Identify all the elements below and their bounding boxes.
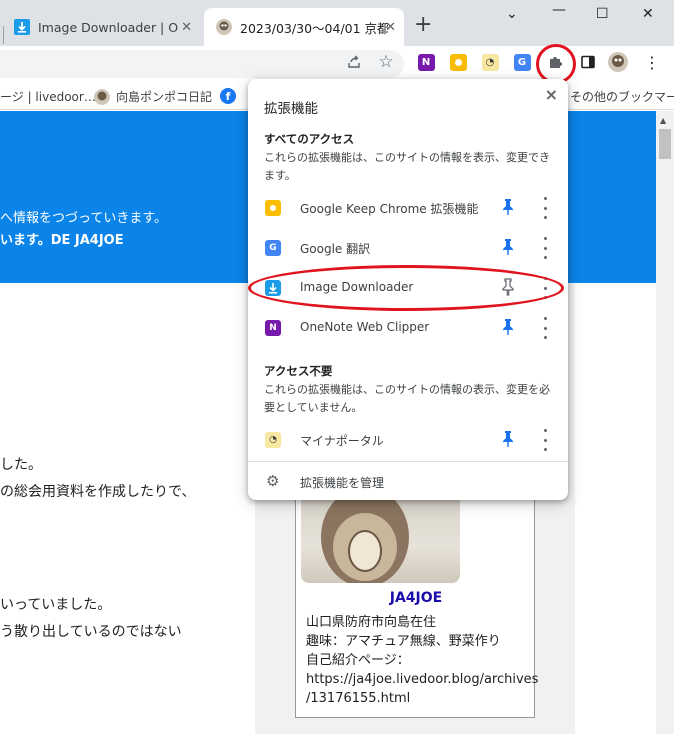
article-text: いっていました。 [0, 597, 112, 613]
article-text: した。 [0, 457, 42, 473]
profile-card: JA4JOE 山口県防府市向島在住 趣味：アマチュア無線、野菜作り 自己紹介ペー… [295, 490, 538, 718]
tab-strip: Image Downloader | Optio ✕ 2023/03/30～04… [0, 0, 674, 46]
tab-close-icon[interactable]: ✕ [181, 20, 192, 35]
bookmark-label: 向島ポンポコ日記 [116, 90, 213, 104]
tab-search-icon[interactable]: ⌄ [506, 6, 518, 22]
article-text: の総会用資料を作成したりで、 [0, 484, 196, 500]
gear-icon: ⚙ [266, 472, 280, 490]
popup-divider [248, 461, 568, 462]
scrollbar-thumb[interactable] [659, 129, 671, 159]
header-text: へ情報をつづっていきます。 [0, 211, 168, 226]
pin-icon-pinned[interactable] [501, 430, 515, 448]
profile-info-line: 自己紹介ページ： [306, 653, 410, 668]
avatar-icon [94, 88, 110, 105]
tab-close-icon[interactable]: ✕ [385, 20, 396, 35]
extension-row-keep[interactable]: Google Keep Chrome 拡張機能 [248, 188, 568, 228]
pin-icon-pinned[interactable] [501, 238, 515, 256]
profile-photo [301, 491, 460, 583]
onenote-icon[interactable]: N [414, 50, 438, 74]
keep-icon[interactable] [446, 50, 470, 74]
maximize-icon[interactable]: ☐ [596, 6, 609, 22]
menu-kebab-icon[interactable]: ⋮ [640, 50, 664, 74]
facebook-icon: f [220, 88, 236, 104]
pin-icon-pinned[interactable] [501, 198, 515, 216]
manage-extensions-label: 拡張機能を管理 [300, 476, 385, 490]
extension-row-translate[interactable]: G Google 翻訳 [248, 228, 568, 268]
profile-avatar[interactable] [606, 50, 630, 74]
profile-info-line[interactable]: https://ja4joe.livedoor.blog/archives [306, 670, 538, 689]
bookmark-item[interactable]: 向島ポンポコ日記 [94, 88, 212, 105]
myna-portal-icon[interactable]: ◔ [478, 50, 502, 74]
tab-blog-post[interactable]: 2023/03/30～04/01 京都 ✕ [204, 8, 404, 46]
section-heading-all-access: すべてのアクセス [264, 132, 355, 146]
profile-name[interactable]: JA4JOE [296, 590, 536, 606]
bookmark-item[interactable]: f [220, 88, 242, 104]
keep-icon [265, 200, 281, 216]
bookmark-star-icon[interactable]: ☆ [374, 50, 398, 74]
popup-title: 拡張機能 [264, 101, 318, 117]
section-description: これらの拡張機能は、このサイトの情報を表示、変更できます。 [264, 151, 550, 182]
extension-name: Google Keep Chrome 拡張機能 [300, 202, 479, 216]
side-panel-icon[interactable] [576, 50, 600, 74]
share-icon[interactable] [342, 50, 366, 74]
minimize-icon[interactable]: — [552, 2, 566, 18]
extension-name: Google 翻訳 [300, 242, 371, 256]
manage-extensions-button[interactable]: ⚙ 拡張機能を管理 [248, 463, 568, 499]
onenote-icon: N [265, 320, 281, 336]
tab-image-downloader[interactable]: Image Downloader | Optio ✕ [0, 8, 200, 46]
tab-separator [3, 26, 4, 44]
more-options-icon[interactable] [542, 317, 548, 339]
annotation-circle-puzzle [536, 44, 576, 84]
download-icon [14, 19, 30, 35]
profile-info-line[interactable]: /13176155.html [306, 689, 538, 708]
new-tab-button[interactable]: + [414, 14, 432, 36]
article-text: う散り出しているのではない [0, 624, 182, 640]
avatar-icon [216, 19, 232, 35]
more-options-icon[interactable] [542, 237, 548, 259]
tab-title: Image Downloader | Optio [38, 19, 178, 35]
translate-icon[interactable]: G [510, 50, 534, 74]
bookmark-item[interactable]: ージ | livedoor… [0, 88, 96, 105]
extension-name: マイナポータル [300, 434, 384, 448]
close-icon[interactable]: × [545, 85, 558, 104]
bookmark-label: ージ | livedoor… [0, 90, 96, 104]
close-window-icon[interactable]: ✕ [642, 6, 654, 22]
scroll-up-icon[interactable]: ▲ [660, 116, 666, 125]
translate-icon: G [265, 240, 281, 256]
bookmark-label: その他のブックマーク [570, 90, 674, 104]
profile-info: 山口県防府市向島在住 趣味：アマチュア無線、野菜作り 自己紹介ページ： http… [306, 613, 538, 708]
header-text: います。DE JA4JOE [0, 233, 124, 248]
section-heading-no-access: アクセス不要 [264, 364, 333, 378]
extension-name: OneNote Web Clipper [300, 320, 430, 334]
tab-title: 2023/03/30～04/01 京都 [240, 20, 388, 36]
profile-info-line: 山口県防府市向島在住 [306, 615, 437, 630]
annotation-ellipse-image-downloader [248, 265, 564, 311]
profile-info-line: 趣味：アマチュア無線、野菜作り [306, 634, 501, 649]
page-scrollbar[interactable]: ▲ [656, 111, 674, 734]
extension-row-onenote[interactable]: N OneNote Web Clipper [248, 308, 568, 348]
myna-portal-icon: ◔ [265, 432, 281, 448]
pin-icon-pinned[interactable] [501, 318, 515, 336]
extension-row-myna-portal[interactable]: ◔ マイナポータル [248, 420, 568, 460]
section-description: これらの拡張機能は、このサイトの情報の表示、変更を必要としていません。 [264, 383, 550, 414]
more-options-icon[interactable] [542, 197, 548, 219]
more-options-icon[interactable] [542, 429, 548, 451]
bookmark-item[interactable]: その他のブックマーク [570, 88, 674, 105]
